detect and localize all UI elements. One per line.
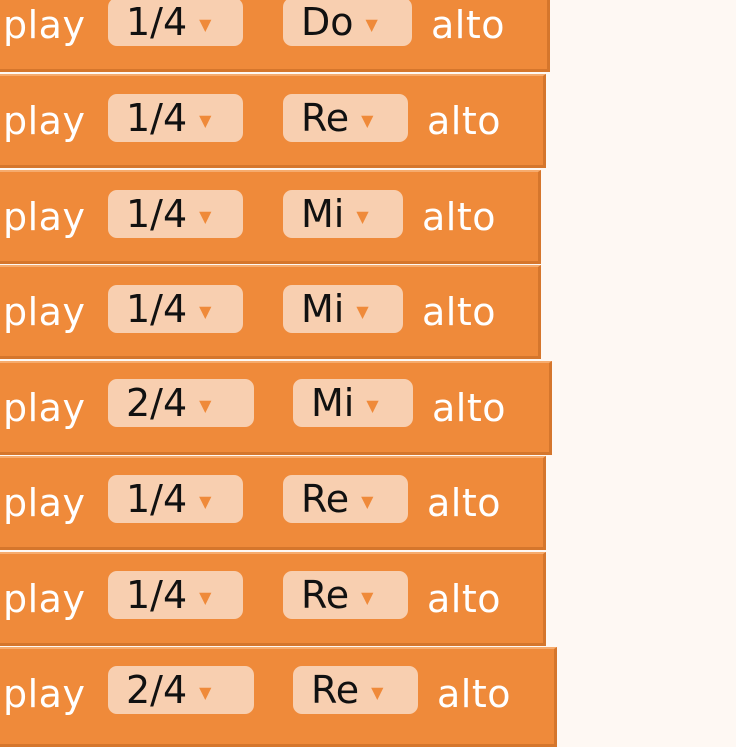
duration-value: 2/4 — [126, 668, 188, 712]
note-dropdown[interactable]: Re ▼ — [293, 666, 418, 714]
caret-down-icon: ▼ — [199, 111, 212, 130]
play-note-block[interactable]: play 2/4 ▼ Re ▼ alto — [0, 647, 557, 747]
duration-dropdown[interactable]: 1/4 ▼ — [108, 475, 243, 523]
duration-dropdown[interactable]: 2/4 ▼ — [108, 666, 254, 714]
caret-down-icon: ▼ — [366, 396, 379, 415]
play-label: play — [3, 195, 86, 239]
play-label: play — [3, 3, 86, 47]
octave-label: alto — [431, 3, 505, 47]
duration-dropdown[interactable]: 2/4 ▼ — [108, 379, 254, 427]
octave-label: alto — [422, 195, 496, 239]
duration-value: 1/4 — [126, 573, 188, 617]
caret-down-icon: ▼ — [356, 207, 369, 226]
play-label: play — [3, 290, 86, 334]
duration-dropdown[interactable]: 1/4 ▼ — [108, 285, 243, 333]
caret-down-icon: ▼ — [199, 302, 212, 321]
caret-down-icon: ▼ — [199, 396, 212, 415]
octave-label: alto — [422, 290, 496, 334]
duration-value: 1/4 — [126, 477, 188, 521]
play-label: play — [3, 577, 86, 621]
play-label: play — [3, 386, 86, 430]
octave-label: alto — [432, 386, 506, 430]
code-workspace: play 1/4 ▼ Do ▼ alto play 1/4 ▼ Re ▼ alt… — [0, 0, 736, 747]
note-value: Re — [311, 668, 360, 712]
caret-down-icon: ▼ — [199, 588, 212, 607]
octave-label: alto — [427, 577, 501, 621]
note-value: Re — [301, 96, 350, 140]
note-value: Do — [301, 0, 354, 44]
caret-down-icon: ▼ — [199, 15, 212, 34]
duration-dropdown[interactable]: 1/4 ▼ — [108, 571, 243, 619]
duration-value: 2/4 — [126, 381, 188, 425]
note-dropdown[interactable]: Mi ▼ — [283, 190, 403, 238]
note-value: Re — [301, 477, 350, 521]
play-note-block[interactable]: play 1/4 ▼ Re ▼ alto — [0, 552, 546, 646]
note-value: Mi — [301, 287, 345, 331]
note-value: Re — [301, 573, 350, 617]
caret-down-icon: ▼ — [365, 15, 378, 34]
play-note-block[interactable]: play 2/4 ▼ Mi ▼ alto — [0, 361, 552, 455]
caret-down-icon: ▼ — [361, 588, 374, 607]
caret-down-icon: ▼ — [199, 683, 212, 702]
note-dropdown[interactable]: Re ▼ — [283, 475, 408, 523]
note-value: Mi — [311, 381, 355, 425]
octave-label: alto — [427, 481, 501, 525]
octave-label: alto — [437, 672, 511, 716]
duration-dropdown[interactable]: 1/4 ▼ — [108, 190, 243, 238]
note-dropdown[interactable]: Mi ▼ — [293, 379, 413, 427]
play-note-block[interactable]: play 1/4 ▼ Mi ▼ alto — [0, 170, 541, 264]
duration-value: 1/4 — [126, 287, 188, 331]
duration-value: 1/4 — [126, 192, 188, 236]
play-note-block[interactable]: play 1/4 ▼ Re ▼ alto — [0, 456, 546, 550]
note-value: Mi — [301, 192, 345, 236]
note-dropdown[interactable]: Do ▼ — [283, 0, 412, 46]
play-note-block[interactable]: play 1/4 ▼ Mi ▼ alto — [0, 265, 541, 359]
duration-value: 1/4 — [126, 96, 188, 140]
duration-dropdown[interactable]: 1/4 ▼ — [108, 0, 243, 46]
octave-label: alto — [427, 99, 501, 143]
play-label: play — [3, 672, 86, 716]
note-dropdown[interactable]: Re ▼ — [283, 94, 408, 142]
duration-dropdown[interactable]: 1/4 ▼ — [108, 94, 243, 142]
play-note-block[interactable]: play 1/4 ▼ Re ▼ alto — [0, 74, 546, 168]
caret-down-icon: ▼ — [199, 492, 212, 511]
play-label: play — [3, 99, 86, 143]
caret-down-icon: ▼ — [371, 683, 384, 702]
note-dropdown[interactable]: Mi ▼ — [283, 285, 403, 333]
caret-down-icon: ▼ — [361, 111, 374, 130]
duration-value: 1/4 — [126, 0, 188, 44]
play-label: play — [3, 481, 86, 525]
note-dropdown[interactable]: Re ▼ — [283, 571, 408, 619]
caret-down-icon: ▼ — [199, 207, 212, 226]
play-note-block[interactable]: play 1/4 ▼ Do ▼ alto — [0, 0, 550, 72]
caret-down-icon: ▼ — [361, 492, 374, 511]
caret-down-icon: ▼ — [356, 302, 369, 321]
